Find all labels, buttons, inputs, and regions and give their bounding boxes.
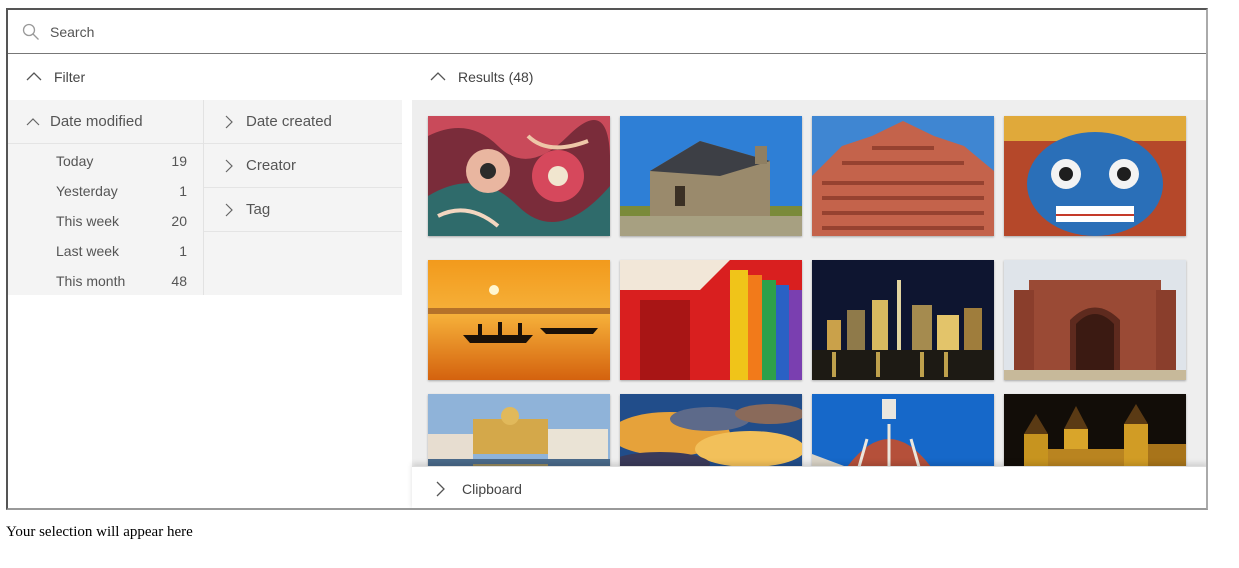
thumbnail-colorful-huts[interactable] <box>620 260 802 380</box>
search-input[interactable] <box>50 23 650 40</box>
facet-option-today[interactable]: Today 19 <box>8 146 203 176</box>
image-browser-widget: Filter Results (48) Date modified Today … <box>6 8 1208 510</box>
thumbnail-cathedral-dome[interactable] <box>812 394 994 466</box>
thumbnail-tribal-mask-art[interactable] <box>428 116 610 236</box>
results-grid <box>412 100 1206 466</box>
search-bar <box>8 10 1206 54</box>
facet-option-yesterday[interactable]: Yesterday 1 <box>8 176 203 206</box>
facet-creator-header[interactable]: Creator <box>204 144 402 188</box>
thumbnail-stone-church[interactable] <box>620 116 802 236</box>
thumbnail-red-fort-gate[interactable] <box>1004 260 1186 380</box>
chevron-right-icon <box>222 115 236 129</box>
thumbnail-castle-night[interactable] <box>1004 394 1186 466</box>
clipboard-label: Clipboard <box>462 481 522 497</box>
filter-label: Filter <box>54 69 86 85</box>
thumbnail-dramatic-clouds[interactable] <box>620 394 802 466</box>
chevron-right-icon <box>222 203 236 217</box>
chevron-right-icon <box>222 159 236 173</box>
facet-option-label: This week <box>56 213 120 229</box>
facet-date-modified: Date modified Today 19 Yesterday 1 This … <box>8 100 204 295</box>
facet-tag-header[interactable]: Tag <box>204 188 402 232</box>
facet-option-this-month[interactable]: This month 48 <box>8 266 203 296</box>
facet-option-last-week[interactable]: Last week 1 <box>8 236 203 266</box>
clipboard-toggle[interactable]: Clipboard <box>412 466 1206 508</box>
thumbnail-hawa-mahal[interactable] <box>812 116 994 236</box>
facet-date-created-header[interactable]: Date created <box>204 100 402 144</box>
facet-title: Date modified <box>50 113 143 130</box>
facet-option-count: 20 <box>171 213 187 229</box>
facet-option-count: 1 <box>179 243 187 259</box>
facet-option-label: Last week <box>56 243 120 259</box>
chevron-up-icon <box>430 69 446 85</box>
facet-title: Date created <box>246 113 332 130</box>
facet-option-count: 19 <box>171 153 187 169</box>
results-label: Results (48) <box>458 69 534 85</box>
facet-title: Creator <box>246 157 297 174</box>
facet-option-count: 48 <box>171 273 187 289</box>
facet-option-this-week[interactable]: This week 20 <box>8 206 203 236</box>
facet-option-count: 1 <box>179 183 187 199</box>
facet-list-collapsed: Date created Creator Tag <box>204 100 402 295</box>
chevron-up-icon <box>26 69 42 85</box>
filter-toggle[interactable]: Filter <box>8 54 412 100</box>
chevron-up-icon <box>26 115 40 129</box>
selection-status-text: Your selection will appear here <box>6 524 193 540</box>
thumbnail-blue-mask[interactable] <box>1004 116 1186 236</box>
thumbnail-river-sunset[interactable] <box>428 260 610 380</box>
facet-option-label: Yesterday <box>56 183 118 199</box>
filter-facets: Date modified Today 19 Yesterday 1 This … <box>8 100 402 295</box>
thumbnail-city-skyline-night[interactable] <box>812 260 994 380</box>
search-icon <box>22 23 40 41</box>
facet-title: Tag <box>246 201 271 218</box>
thumbnail-golden-temple[interactable] <box>428 394 610 466</box>
chevron-right-icon <box>432 481 448 497</box>
results-toggle[interactable]: Results (48) <box>412 54 1206 100</box>
facet-date-modified-header[interactable]: Date modified <box>8 100 203 144</box>
facet-option-label: This month <box>56 273 126 289</box>
facet-option-label: Today <box>56 153 94 169</box>
